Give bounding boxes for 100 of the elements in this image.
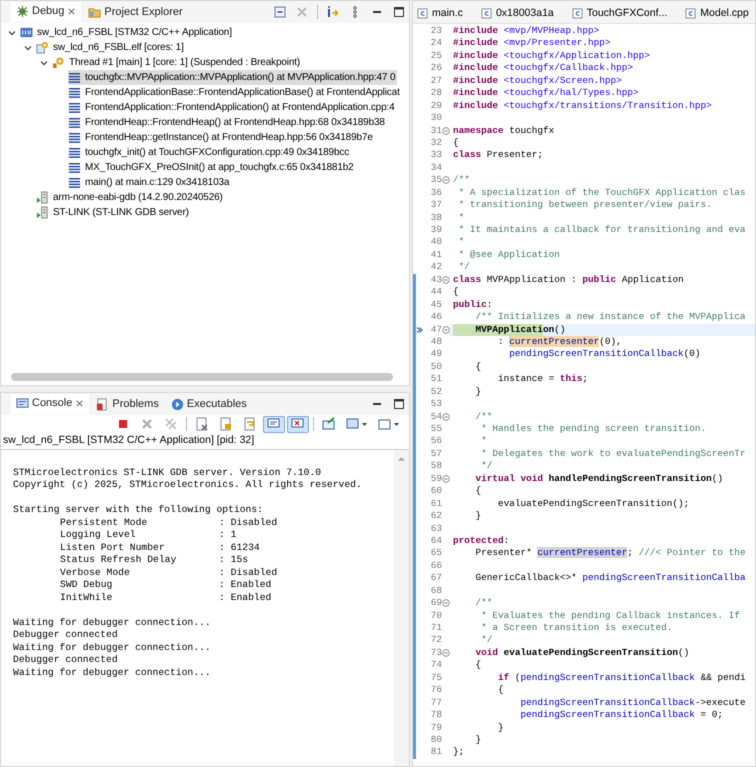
line-number: 68 — [430, 584, 442, 598]
tree-item[interactable]: FrontendHeap::getInstance() at FrontendHeap.hpp:56 0x34189b7e — [68, 130, 375, 145]
maximize-icon[interactable] — [392, 397, 406, 411]
tree-item[interactable]: FrontendHeap::FrontendHeap() at FrontendHeap.hpp:68 0x34189b38 — [68, 115, 387, 130]
line-number: 41 — [430, 248, 442, 262]
code-text: evaluatePendingScreenTransition(); — [497, 498, 690, 509]
remove-all-icon — [164, 417, 178, 431]
code-field: pendingScreenTransitionCallback — [453, 709, 695, 720]
view-tab[interactable]: Problems — [91, 394, 164, 414]
code-keyword: #include — [453, 25, 500, 36]
console-line: Waiting for debugger connection... — [13, 616, 212, 629]
view-tab[interactable]: Project Explorer — [83, 2, 188, 22]
process-icon — [36, 41, 49, 54]
line-number: 69 — [430, 597, 442, 610]
code-comment: * @see Application — [458, 248, 560, 260]
tree-item[interactable]: Thread #1 [main] 1 [core: 1] (Suspended : Breakpoint) — [52, 55, 302, 70]
view-tab[interactable]: Executables — [166, 394, 252, 414]
view-tab[interactable]: Debug — [11, 2, 82, 22]
fold-icon[interactable] — [442, 649, 450, 658]
code-field: pendingScreenTransitionCallback — [520, 672, 695, 683]
tree-item[interactable]: sw_lcd_n6_FSBL.elf [cores: 1] — [36, 40, 186, 55]
line-number: 32 — [430, 136, 442, 150]
code-comment: */ — [458, 261, 470, 272]
line-number: 77 — [430, 696, 442, 710]
word-wrap-icon — [243, 417, 257, 431]
option-value: : 61234 — [219, 542, 260, 554]
code-comment: */ — [480, 634, 492, 646]
code-text: (0) — [684, 348, 701, 360]
bug-icon — [16, 4, 29, 18]
code-comment: */ — [480, 460, 492, 472]
collapse-all-icon[interactable] — [273, 5, 287, 19]
code-text: }; — [453, 746, 464, 758]
code-keyword: if — [497, 672, 510, 683]
code-text: () — [554, 324, 566, 334]
tree-item[interactable]: ST-LINK (ST-LINK GDB server) — [36, 205, 191, 220]
code-text: : — [504, 534, 510, 546]
editor-tab[interactable]: TouchGFXConf... — [568, 1, 672, 23]
scrollbar[interactable] — [11, 373, 393, 381]
toolbar-button[interactable] — [287, 416, 309, 432]
code-text: } — [474, 386, 482, 397]
tree-item[interactable]: touchgfx_init() at TouchGFXConfiguration.cpp:49 0x34189bcc — [68, 145, 352, 160]
tree-item[interactable]: FrontendApplication::FrontendApplication() at FrontendApplication.cpp:4 — [68, 100, 397, 115]
code-comment: /** — [474, 410, 492, 422]
code-comment: /** Initializes a new instance of the MVPApplica — [474, 311, 746, 322]
code-text: { — [474, 360, 482, 372]
fold-icon[interactable] — [442, 599, 450, 608]
line-number: 52 — [430, 386, 442, 398]
code-keyword: void — [474, 646, 500, 658]
view-tab[interactable]: Console — [11, 394, 90, 414]
code-comment: * Evaluates the pending Callback instances. If — [480, 610, 740, 621]
fold-icon[interactable] — [442, 176, 450, 184]
fold-icon[interactable] — [442, 276, 450, 284]
line-number: 54 — [430, 410, 442, 424]
editor-tab[interactable]: main.c — [413, 1, 467, 23]
line-number: 42 — [430, 261, 442, 274]
line-number: 49 — [430, 348, 442, 361]
tree-item[interactable]: MX_TouchGFX_PreOSInit() at app_touchgfx.c:65 0x341881b2 — [68, 160, 356, 175]
server-icon — [36, 191, 49, 204]
server-icon — [36, 206, 49, 219]
step-icon[interactable] — [326, 5, 340, 19]
file-icon — [572, 8, 583, 18]
option-value: : Disabled — [219, 516, 278, 529]
tree-item[interactable]: touchgfx::MVPApplication::MVPApplication() at MVPApplication.hpp:47 0 — [68, 70, 398, 85]
editor-tab[interactable]: Model.cpp — [681, 1, 753, 23]
editor-tab[interactable]: 0x18003a1a — [476, 1, 558, 23]
code-field: currentPresenter — [509, 336, 600, 347]
code-comment: * — [458, 212, 464, 223]
tree-item[interactable]: main() at main.c:129 0x3418103a — [68, 175, 232, 190]
code-text: { — [497, 684, 504, 696]
tree-item[interactable]: arm-none-eabi-gdb (14.2.90.20240526) — [36, 190, 225, 205]
tree-item[interactable]: sw_lcd_n6_FSBL [STM32 C/C++ Application] — [20, 25, 234, 40]
line-number: 38 — [430, 212, 442, 224]
stack-frame-icon — [68, 116, 81, 129]
code-text: MVPApplication : — [486, 274, 578, 285]
code-text: GenericCallback<>* — [474, 572, 578, 584]
console-line: STMicroelectronics ST-LINK GDB server. Version 7.10.0 — [13, 466, 322, 479]
code-text: { — [474, 659, 482, 670]
fold-icon[interactable] — [442, 126, 450, 135]
code-text: instance = — [497, 373, 556, 384]
code-string: <mvp/MVPHeap.hpp> — [504, 25, 600, 36]
close-icon[interactable] — [75, 398, 84, 408]
option-value: : Disabled — [219, 566, 278, 579]
code-keyword: #include — [453, 87, 500, 98]
code-function: handlePendingScreenTransition — [548, 472, 712, 484]
fold-icon[interactable] — [442, 412, 450, 421]
line-number: 60 — [430, 485, 442, 498]
fold-icon[interactable] — [442, 326, 450, 334]
close-icon[interactable] — [67, 6, 76, 16]
fold-icon[interactable] — [442, 474, 450, 483]
scrollbar[interactable] — [394, 450, 409, 766]
maximize-icon[interactable] — [392, 5, 406, 19]
console-line: Waiting for debugger connection... — [13, 666, 212, 679]
option-name: Status Refresh Delay — [60, 554, 178, 566]
line-number: 75 — [430, 672, 442, 684]
toolbar-button[interactable] — [263, 416, 285, 432]
line-number: 39 — [430, 224, 442, 236]
code-keyword: #include — [453, 74, 500, 86]
line-number: 61 — [430, 498, 442, 510]
tree-item[interactable]: FrontendApplicationBase::FrontendApplicationBase() at FrontendApplicat — [68, 85, 402, 100]
code-text: ( — [514, 672, 521, 683]
